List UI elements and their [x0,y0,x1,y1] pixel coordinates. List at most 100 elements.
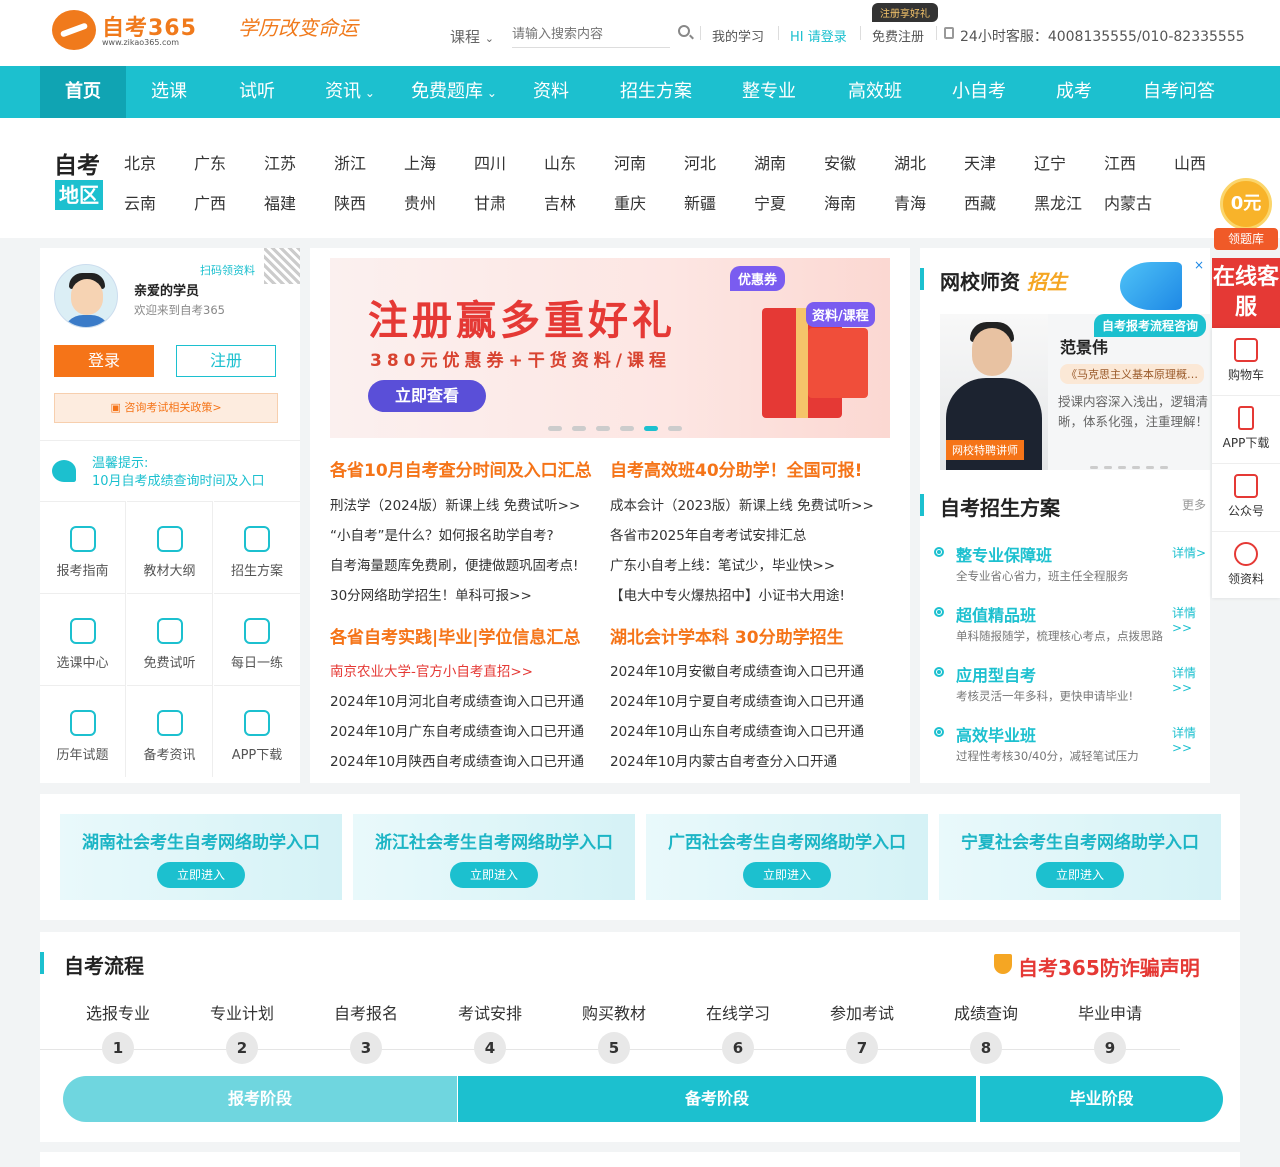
region-item[interactable]: 江西 [1104,150,1136,174]
app-download-button[interactable]: APP下载 [1212,396,1280,464]
entrance-card[interactable]: 湖南社会考生自考网络助学入口 立即进入 [60,814,342,900]
carousel-dot[interactable] [620,426,634,431]
search-input[interactable] [512,22,670,47]
grid-item[interactable]: 招生方案 [214,501,300,593]
news-item[interactable]: 30分网络助学招生！单科可报>> [330,584,532,604]
my-study-link[interactable]: 我的学习 [712,26,764,45]
region-item[interactable]: 西藏 [964,190,996,214]
close-icon[interactable]: × [1194,258,1204,272]
enter-button[interactable]: 立即进入 [157,862,245,888]
news-item[interactable]: 广东小自考上线：笔试少，毕业快>> [610,554,835,574]
carousel-dot[interactable] [572,426,586,431]
news-item[interactable]: 2024年10月河北自考成绩查询入口已开通 [330,690,584,710]
region-item[interactable]: 山东 [544,150,576,174]
news-item[interactable]: 2024年10月内蒙古自考查分入口开通 [610,750,837,770]
coin-icon[interactable]: 0元 [1220,178,1272,230]
region-item[interactable]: 青海 [894,190,926,214]
grid-item[interactable]: 教材大纲 [127,501,213,593]
news-headline[interactable]: 各省自考实践|毕业|学位信息汇总 [330,623,580,648]
news-headline[interactable]: 自考高效班40分助学！全国可报! [610,456,862,481]
region-item[interactable]: 云南 [124,190,156,214]
nav-trial[interactable]: 试听 [220,66,294,118]
grid-item[interactable]: 备考资讯 [127,685,213,777]
qr-code-icon[interactable] [264,248,300,284]
consult-policy-button[interactable]: ▣ 咨询考试相关政策> [54,393,278,423]
register-link[interactable]: 免费注册 [872,26,924,45]
enter-button[interactable]: 立即进入 [1036,862,1124,888]
news-item[interactable]: 2024年10月宁夏自考成绩查询入口已开通 [610,690,864,710]
plan-detail-link[interactable]: 详情>> [1172,724,1210,755]
news-item[interactable]: 成本会计（2023版）新课上线 免费试听>> [610,494,874,514]
search-icon[interactable] [678,25,690,37]
nav-qa[interactable]: 自考问答 [1132,66,1226,118]
grid-item[interactable]: 免费试听 [127,593,213,685]
news-item[interactable]: 2024年10月广东自考成绩查询入口已开通 [330,720,584,740]
nav-course[interactable]: 选课 [132,66,206,118]
enter-button[interactable]: 立即进入 [743,862,831,888]
tip-link[interactable]: 10月自考成绩查询时间及入口 [92,470,265,489]
region-item[interactable]: 海南 [824,190,856,214]
region-item[interactable]: 河北 [684,150,716,174]
region-item[interactable]: 安徽 [824,150,856,174]
region-item[interactable]: 天津 [964,150,996,174]
plan-title[interactable]: 超值精品班 [956,602,1036,626]
news-item[interactable]: 【电大中专火爆热招中】小证书大用途! [610,584,845,604]
nav-question-bank[interactable]: 免费题库 ⌄ [404,66,504,118]
grid-item[interactable]: 报考指南 [40,501,126,593]
nav-mini-exam[interactable]: 小自考 [940,66,1018,118]
region-item[interactable]: 北京 [124,150,156,174]
teacher-card[interactable]: 网校特聘讲师 范景伟 《马克思主义基本原理概… 授课内容深入浅出，逻辑清晰，体系… [940,314,1210,470]
news-item[interactable]: 自考海量题库免费刷，便捷做题巩固考点! [330,554,578,574]
carousel-dot-active[interactable] [644,426,658,431]
carousel-dot[interactable] [596,426,610,431]
anti-fraud-link[interactable]: 自考365防诈骗声明 [994,952,1200,981]
promo-banner[interactable]: 注册赢多重好礼 380元优惠券+干货资料/课程 立即查看 优惠券 资料/课程 [330,258,890,438]
get-materials-button[interactable]: 领资料 [1212,532,1280,600]
phase-apply[interactable]: 报考阶段 [63,1076,457,1122]
region-item[interactable]: 黑龙江 [1034,190,1082,214]
region-item[interactable]: 陕西 [334,190,366,214]
phase-graduate[interactable]: 毕业阶段 [980,1076,1223,1122]
wechat-account-button[interactable]: 公众号 [1212,464,1280,532]
register-button[interactable]: 注册 [176,345,276,377]
logo-icon[interactable] [52,10,96,50]
nav-home[interactable]: 首页 [40,66,126,118]
region-item[interactable]: 上海 [404,150,436,174]
news-headline[interactable]: 各省10月自考查分时间及入口汇总 [330,456,592,481]
online-service-button[interactable]: 在线客服 [1212,258,1280,328]
login-link[interactable]: HI 请登录 [790,26,847,45]
news-item[interactable]: 南京农业大学-官方小自考直招>> [330,660,533,680]
search-box[interactable] [512,22,670,48]
plan-title[interactable]: 高效毕业班 [956,722,1036,746]
nav-efficient-class[interactable]: 高效班 [836,66,914,118]
region-item[interactable]: 内蒙古 [1104,190,1152,214]
news-item[interactable]: 各省市2025年自考考试安排汇总 [610,524,806,544]
nav-materials[interactable]: 资料 [518,66,584,118]
grid-item[interactable]: 选课中心 [40,593,126,685]
cart-button[interactable]: 购物车 [1212,328,1280,396]
news-item[interactable]: “小自考”是什么？如何报名助学自考? [330,524,554,544]
phase-prepare[interactable]: 备考阶段 [458,1076,976,1122]
banner-view-button[interactable]: 立即查看 [368,380,486,412]
region-item[interactable]: 宁夏 [754,190,786,214]
region-item[interactable]: 山西 [1174,150,1206,174]
region-item[interactable]: 广东 [194,150,226,174]
course-select[interactable]: 课程 ⌄ [450,26,494,47]
nav-enroll-plans[interactable]: 招生方案 [610,66,702,118]
plan-title[interactable]: 应用型自考 [956,662,1036,686]
region-item[interactable]: 湖北 [894,150,926,174]
region-item[interactable]: 新疆 [684,190,716,214]
region-item[interactable]: 浙江 [334,150,366,174]
plan-detail-link[interactable]: 详情>> [1172,604,1210,635]
region-item[interactable]: 甘肃 [474,190,506,214]
nav-full-major[interactable]: 整专业 [730,66,808,118]
region-item[interactable]: 江苏 [264,150,296,174]
nav-adult-exam[interactable]: 成考 [1046,66,1102,118]
news-headline[interactable]: 湖北会计学本科 30分助学招生 [610,623,844,648]
entrance-card[interactable]: 广西社会考生自考网络助学入口 立即进入 [646,814,928,900]
login-button[interactable]: 登录 [54,345,154,377]
question-bank-label[interactable]: 领题库 [1214,228,1278,250]
news-item[interactable]: 2024年10月山东自考成绩查询入口已开通 [610,720,864,740]
region-item[interactable]: 辽宁 [1034,150,1066,174]
news-item[interactable]: 刑法学（2024版）新课上线 免费试听>> [330,494,580,514]
